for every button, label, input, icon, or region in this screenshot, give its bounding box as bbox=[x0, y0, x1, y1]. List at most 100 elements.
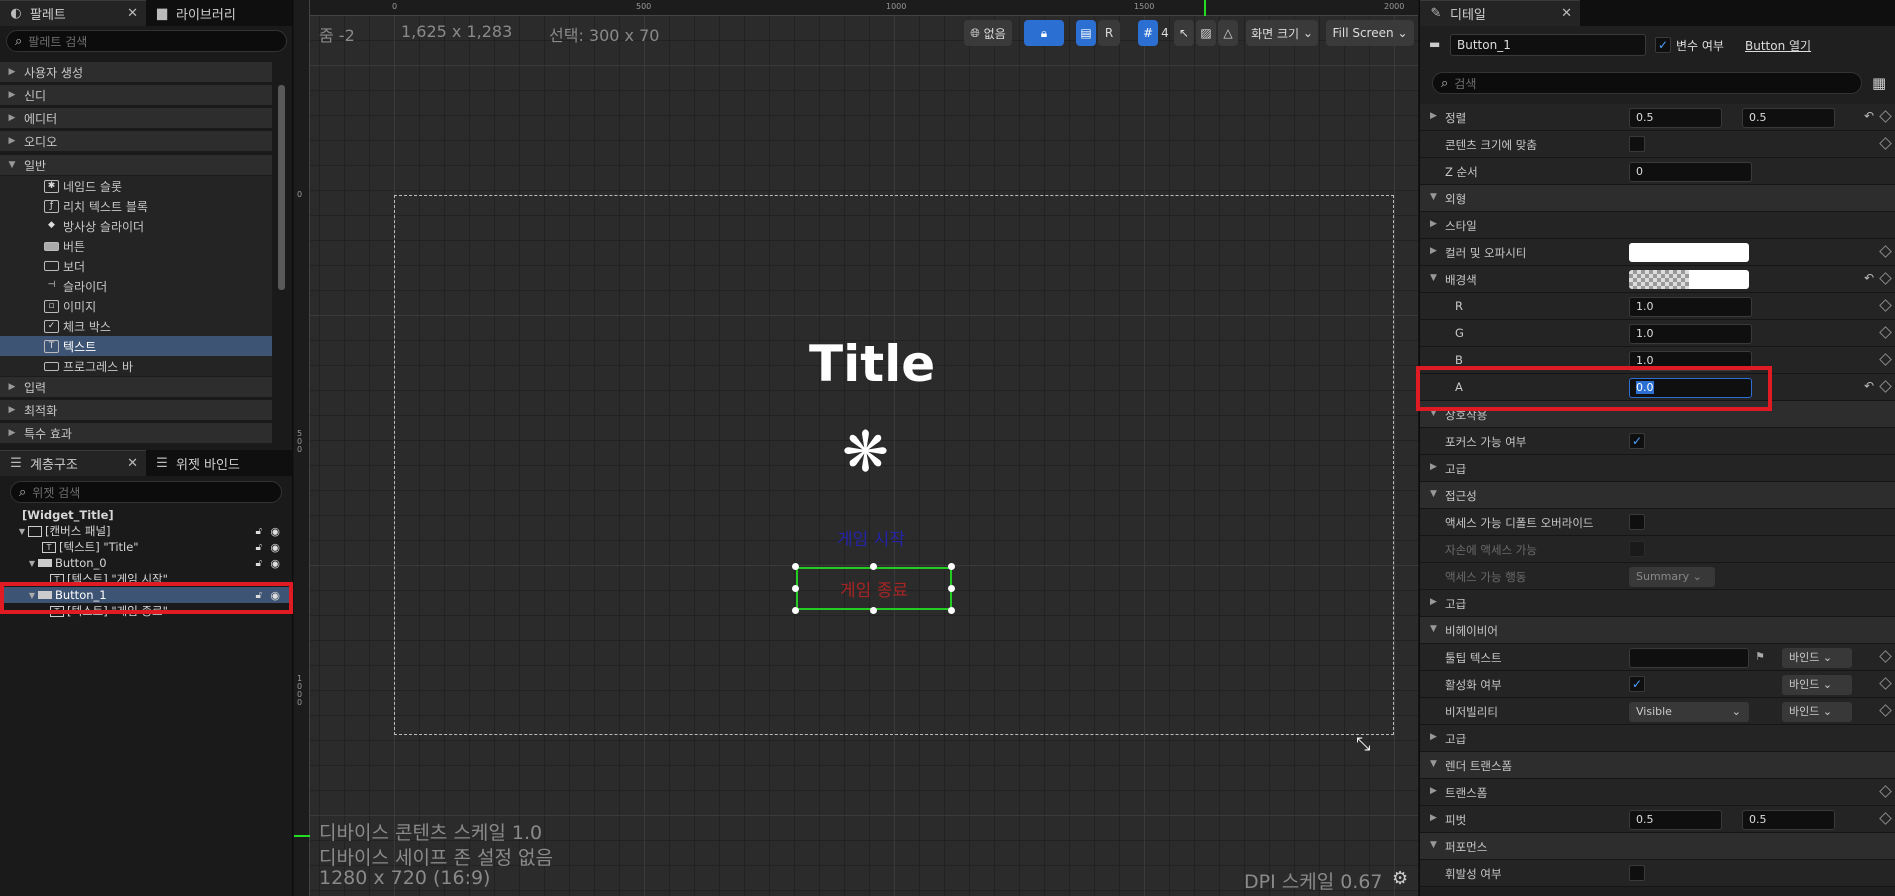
keyframe-icon[interactable] bbox=[1879, 137, 1892, 150]
title-widget[interactable]: Title bbox=[809, 335, 935, 393]
palette-item-checkbox[interactable]: ✓ 체크 박스 bbox=[0, 316, 272, 336]
category-input[interactable]: ▶ 입력 bbox=[0, 377, 272, 397]
palette-item-border[interactable]: 보더 bbox=[0, 256, 272, 276]
close-icon[interactable]: ✕ bbox=[1561, 6, 1572, 21]
category-user-created[interactable]: ▶ 사용자 생성 bbox=[0, 62, 272, 82]
resize-handle[interactable] bbox=[948, 607, 955, 614]
is-variable-checkbox[interactable]: ✓ bbox=[1655, 37, 1671, 53]
table-view-icon[interactable]: ▦ bbox=[1872, 74, 1886, 92]
tab-palette[interactable]: ◐ 팔레트 ✕ bbox=[0, 0, 146, 26]
section-render-transform[interactable]: ▼ 렌더 트랜스폼 bbox=[1420, 752, 1895, 779]
lock-icon[interactable]: 🔓︎ bbox=[256, 542, 262, 553]
localization-button[interactable]: 🌐︎ 없음 bbox=[964, 20, 1012, 46]
volatile-checkbox[interactable] bbox=[1629, 865, 1645, 881]
size-to-content-checkbox[interactable] bbox=[1629, 136, 1645, 152]
keyframe-icon[interactable] bbox=[1879, 677, 1892, 690]
r-input[interactable]: 1.0 bbox=[1629, 297, 1752, 317]
pivot-y-input[interactable]: 0.5 bbox=[1742, 810, 1835, 830]
flag-icon[interactable]: ⚑ bbox=[1755, 650, 1765, 663]
chevron-down-icon[interactable]: ▼ bbox=[1430, 273, 1437, 283]
resize-handle[interactable] bbox=[792, 585, 799, 592]
chevron-right-icon[interactable]: ▶ bbox=[1430, 111, 1437, 121]
section-appearance[interactable]: ▼ 외형 bbox=[1420, 185, 1895, 212]
fill-screen-dropdown[interactable]: Fill Screen ⌄ bbox=[1326, 20, 1414, 46]
keyframe-icon[interactable] bbox=[1879, 704, 1892, 717]
chevron-right-icon[interactable]: ▶ bbox=[1430, 246, 1437, 256]
lock-icon[interactable]: 🔓︎ bbox=[256, 558, 262, 569]
acc-behavior-dropdown[interactable]: Summary ⌄ bbox=[1629, 567, 1715, 587]
visibility-dropdown[interactable]: Visible ⌄ bbox=[1629, 702, 1749, 722]
close-icon[interactable]: ✕ bbox=[127, 456, 138, 471]
tab-details[interactable]: ✎ 디테일 ✕ bbox=[1420, 0, 1580, 26]
keyframe-icon[interactable] bbox=[1879, 380, 1892, 393]
reset-icon[interactable]: ↶ bbox=[1864, 109, 1874, 123]
palette-scrollbar[interactable] bbox=[278, 85, 285, 290]
enabled-bind-dropdown[interactable]: 바인드 ⌄ bbox=[1782, 675, 1852, 695]
image-button[interactable]: ▨ bbox=[1196, 20, 1216, 46]
resize-handle[interactable] bbox=[948, 585, 955, 592]
resize-icon[interactable]: ⤡ bbox=[1356, 734, 1370, 755]
tree-button-0[interactable]: ▼ Button_0 🔓︎ ◉ bbox=[0, 555, 290, 571]
keyframe-icon[interactable] bbox=[1879, 353, 1892, 366]
palette-item-image[interactable]: ▫ 이미지 bbox=[0, 296, 272, 316]
grid-snap-button[interactable]: # bbox=[1138, 20, 1158, 46]
keyframe-icon[interactable] bbox=[1879, 245, 1892, 258]
chevron-right-icon[interactable]: ▶ bbox=[1430, 597, 1437, 607]
reset-icon[interactable]: ↶ bbox=[1864, 271, 1874, 285]
chevron-right-icon[interactable]: ▶ bbox=[1430, 786, 1437, 796]
tooltip-bind-dropdown[interactable]: 바인드 ⌄ bbox=[1782, 648, 1852, 668]
palette-item-progress-bar[interactable]: 프로그레스 바 bbox=[0, 356, 272, 376]
keyframe-icon[interactable] bbox=[1879, 110, 1892, 123]
exit-button-widget[interactable]: 게임 종료 bbox=[796, 567, 952, 610]
tree-canvas-panel[interactable]: ▼ [캔버스 패널] 🔓︎ ◉ bbox=[0, 523, 290, 539]
chevron-right-icon[interactable]: ▶ bbox=[1430, 462, 1437, 472]
tab-library[interactable]: ▆ 라이브러리 bbox=[146, 0, 293, 26]
screen-size-dropdown[interactable]: 화면 크기 ⌄ bbox=[1246, 20, 1318, 46]
resize-handle[interactable] bbox=[792, 563, 799, 570]
palette-item-button[interactable]: 버튼 bbox=[0, 236, 272, 256]
lock-icon[interactable]: 🔓︎ bbox=[256, 526, 262, 537]
section-accessibility[interactable]: ▼ 접근성 bbox=[1420, 482, 1895, 509]
category-synth[interactable]: ▶ 신디 bbox=[0, 85, 272, 105]
tooltip-input[interactable] bbox=[1629, 648, 1749, 668]
acc-children-checkbox[interactable] bbox=[1629, 541, 1645, 557]
lock-toggle-button[interactable]: 🔒︎ bbox=[1024, 20, 1064, 46]
color-swatch[interactable] bbox=[1629, 243, 1749, 262]
asterisk-image[interactable]: ❋ bbox=[842, 425, 889, 481]
palette-item-radial-slider[interactable]: ◆ 방사상 슬라이더 bbox=[0, 216, 272, 236]
category-audio[interactable]: ▶ 오디오 bbox=[0, 131, 272, 151]
category-editor[interactable]: ▶ 에디터 bbox=[0, 108, 272, 128]
chevron-right-icon[interactable]: ▶ bbox=[1430, 813, 1437, 823]
details-search-input[interactable]: ⌕ 검색 bbox=[1432, 72, 1862, 94]
category-general[interactable]: ▼ 일반 bbox=[0, 155, 272, 175]
resize-handle[interactable] bbox=[870, 563, 877, 570]
section-performance[interactable]: ▼ 퍼포먼스 bbox=[1420, 833, 1895, 860]
alignment-x-input[interactable]: 0.5 bbox=[1629, 108, 1722, 128]
resize-handle[interactable] bbox=[870, 607, 877, 614]
palette-item-named-slot[interactable]: ✱ 네임드 슬롯 bbox=[0, 176, 272, 196]
keyframe-icon[interactable] bbox=[1879, 326, 1892, 339]
grid-size-label[interactable]: 4 bbox=[1158, 20, 1172, 46]
keyframe-icon[interactable] bbox=[1879, 272, 1892, 285]
resize-handle[interactable] bbox=[948, 563, 955, 570]
keyframe-icon[interactable] bbox=[1879, 299, 1892, 312]
tree-title-text[interactable]: T [텍스트] "Title" 🔓︎ ◉ bbox=[0, 539, 290, 555]
widget-name-input[interactable]: Button_1 bbox=[1450, 34, 1646, 56]
palette-search-input[interactable]: ⌕ 팔레트 검색 bbox=[6, 30, 287, 52]
start-button-widget[interactable]: 게임 시작 bbox=[837, 525, 905, 550]
g-input[interactable]: 1.0 bbox=[1629, 324, 1752, 344]
visibility-bind-dropdown[interactable]: 바인드 ⌄ bbox=[1782, 702, 1852, 722]
category-special-effects[interactable]: ▶ 특수 효과 bbox=[0, 423, 272, 443]
eye-icon[interactable]: ◉ bbox=[270, 525, 280, 538]
keyframe-icon[interactable] bbox=[1879, 785, 1892, 798]
keyframe-icon[interactable] bbox=[1879, 812, 1892, 825]
keyframe-icon[interactable] bbox=[1879, 650, 1892, 663]
designer-canvas[interactable]: 0 500 1000 1500 2000 0 5 0 0 1 0 0 0 줌 -… bbox=[294, 0, 1418, 896]
widget-search-input[interactable]: ⌕ 위젯 검색 bbox=[10, 481, 282, 503]
palette-item-text[interactable]: T 텍스트 bbox=[0, 336, 272, 356]
alignment-y-input[interactable]: 0.5 bbox=[1742, 108, 1835, 128]
palette-item-rich-text[interactable]: ƒ 리치 텍스트 블록 bbox=[0, 196, 272, 216]
layout-icon-button[interactable]: ▤ bbox=[1076, 20, 1096, 46]
tree-root[interactable]: [Widget_Title] bbox=[0, 507, 290, 523]
focusable-checkbox[interactable]: ✓ bbox=[1629, 433, 1645, 449]
